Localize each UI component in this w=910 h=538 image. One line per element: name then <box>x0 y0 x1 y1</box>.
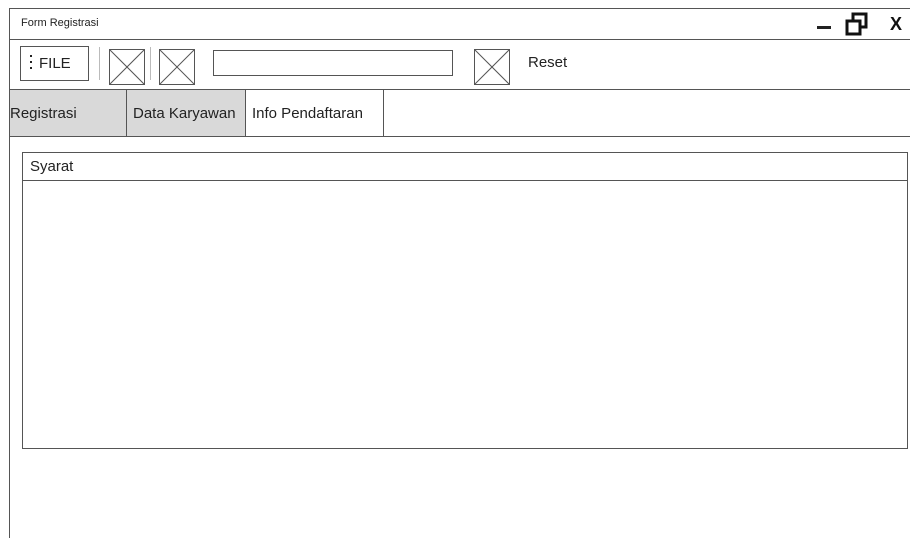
reset-button[interactable]: Reset <box>528 54 567 71</box>
panel-content <box>23 182 907 448</box>
toolbar: FILE Reset <box>10 40 910 90</box>
syarat-panel: Syarat <box>22 152 908 449</box>
close-button[interactable]: X <box>887 12 905 36</box>
app-window: Form Registrasi X FILE Reset Registrasi … <box>9 8 910 538</box>
window-title: Form Registrasi <box>21 17 99 29</box>
title-bar: Form Registrasi X <box>10 9 910 40</box>
file-menu-label: FILE <box>39 55 71 72</box>
address-input[interactable] <box>213 50 453 76</box>
toolbar-separator <box>99 47 100 80</box>
minimize-button[interactable] <box>817 18 833 30</box>
tab-info-pendaftaran[interactable]: Info Pendaftaran <box>246 90 384 136</box>
tab-bar: Registrasi Data Karyawan Info Pendaftara… <box>10 90 910 137</box>
vertical-dots-icon <box>29 54 33 73</box>
minimize-icon <box>817 26 831 29</box>
tab-data-karyawan[interactable]: Data Karyawan <box>127 90 246 136</box>
toolbar-image-button-1[interactable] <box>109 49 145 85</box>
panel-title: Syarat <box>23 153 907 181</box>
reset-image-button[interactable] <box>474 49 510 85</box>
image-placeholder-icon <box>109 49 145 85</box>
image-placeholder-icon <box>159 49 195 85</box>
image-placeholder-icon <box>474 49 510 85</box>
file-menu-button[interactable]: FILE <box>20 46 89 81</box>
tab-registrasi[interactable]: Registrasi <box>10 90 127 136</box>
restore-icon <box>845 12 868 36</box>
toolbar-separator <box>150 47 151 80</box>
restore-button[interactable] <box>844 12 870 36</box>
toolbar-image-button-2[interactable] <box>159 49 195 85</box>
